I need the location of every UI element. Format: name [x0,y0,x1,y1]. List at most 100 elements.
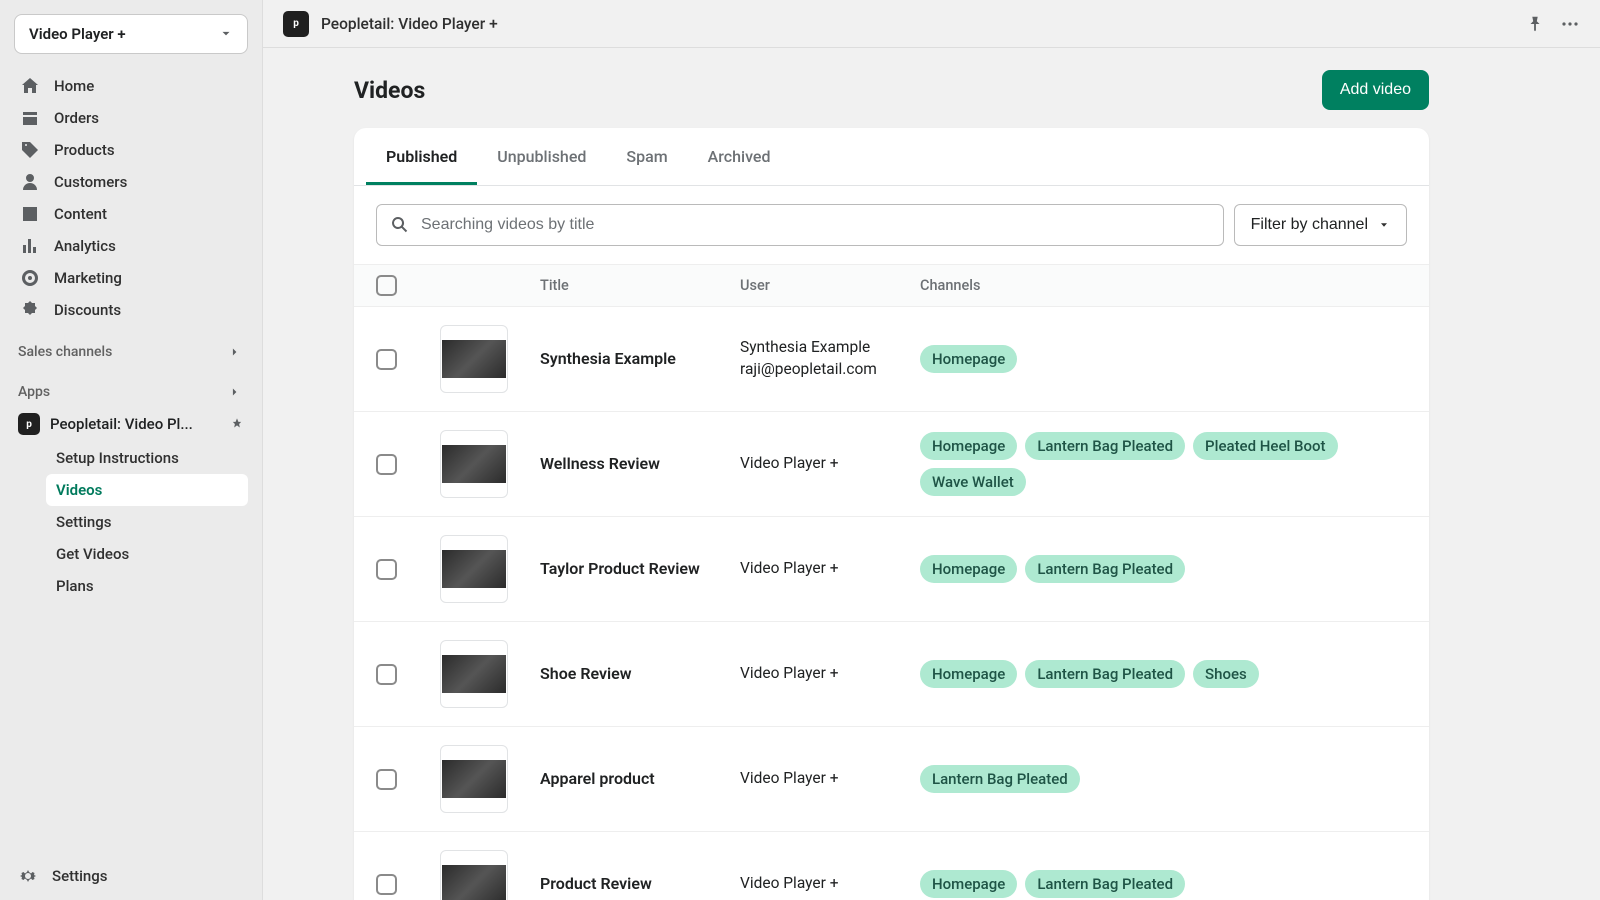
col-channels: Channels [920,277,1407,294]
tab-unpublished[interactable]: Unpublished [477,128,606,185]
primary-nav: Home Orders Products Customers Content A… [14,70,248,326]
video-title: Shoe Review [540,663,740,685]
nav-products[interactable]: Products [14,134,248,166]
nav-discounts[interactable]: Discounts [14,294,248,326]
store-switcher[interactable]: Video Player + [14,14,248,54]
col-title: Title [540,277,740,294]
subnav-get-videos[interactable]: Get Videos [46,538,248,570]
table-row[interactable]: Taylor Product Review Video Player + Hom… [354,517,1429,622]
pin-icon[interactable] [230,417,244,431]
app-subnav: Setup Instructions Videos Settings Get V… [14,442,248,602]
tag-icon [20,140,40,160]
store-switcher-label: Video Player + [29,25,126,43]
video-user: Video Player + [740,453,920,475]
channel-chip: Wave Wallet [920,468,1026,496]
video-thumbnail[interactable] [440,430,508,498]
video-user: Video Player + [740,873,920,895]
video-thumbnail[interactable] [440,535,508,603]
page-header: Videos Add video [354,70,1429,110]
video-channels: Homepage [920,345,1407,373]
sidebar: Video Player + Home Orders Products Cust… [0,0,263,900]
subnav-videos[interactable]: Videos [46,474,248,506]
row-checkbox[interactable] [376,454,397,475]
row-checkbox[interactable] [376,874,397,895]
main: p Peopletail: Video Player + Videos Add … [263,0,1600,900]
row-checkbox[interactable] [376,769,397,790]
chevron-right-icon [228,385,242,399]
row-checkbox[interactable] [376,349,397,370]
select-all-checkbox[interactable] [376,275,397,296]
video-channels: HomepageLantern Bag Pleated [920,555,1407,583]
add-video-button[interactable]: Add video [1322,70,1429,110]
video-title: Synthesia Example [540,348,740,370]
video-user: Video Player + [740,768,920,790]
channel-chip: Lantern Bag Pleated [920,765,1080,793]
video-thumbnail[interactable] [440,745,508,813]
gear-icon [18,866,38,886]
table-row[interactable]: Product Review Video Player + HomepageLa… [354,832,1429,900]
nav-home[interactable]: Home [14,70,248,102]
nav-analytics[interactable]: Analytics [14,230,248,262]
home-icon [20,76,40,96]
section-apps[interactable]: Apps [14,366,248,406]
topbar-title: Peopletail: Video Player + [321,15,498,33]
nav-orders[interactable]: Orders [14,102,248,134]
more-icon[interactable] [1560,14,1580,34]
nav-marketing[interactable]: Marketing [14,262,248,294]
topbar-app-icon: p [283,11,309,37]
video-channels: Homepage Lantern Bag Pleated [920,870,1407,898]
tab-archived[interactable]: Archived [688,128,791,185]
video-user: Video Player + [740,558,920,580]
subnav-settings[interactable]: Settings [46,506,248,538]
row-checkbox[interactable] [376,664,397,685]
search-input[interactable] [376,204,1224,246]
tab-published[interactable]: Published [366,128,477,185]
channel-chip: Lantern Bag Pleated [1025,870,1185,898]
nav-label: Marketing [54,269,122,287]
content-icon [20,204,40,224]
search-icon [390,215,410,235]
nav-label: Analytics [54,237,116,255]
chevron-down-icon [219,27,233,41]
nav-customers[interactable]: Customers [14,166,248,198]
table-body: Synthesia Example Synthesia Exampleraji@… [354,307,1429,900]
video-channels: HomepageLantern Bag PleatedShoes [920,660,1407,688]
table-row[interactable]: Apparel product Video Player + Lantern B… [354,727,1429,832]
orders-icon [20,108,40,128]
section-label: Apps [18,384,50,400]
video-thumbnail[interactable] [440,325,508,393]
video-title: Taylor Product Review [540,558,740,580]
tab-spam[interactable]: Spam [606,128,687,185]
table-row[interactable]: Synthesia Example Synthesia Exampleraji@… [354,307,1429,412]
page-title: Videos [354,77,425,104]
pin-icon[interactable] [1526,15,1544,33]
nav-label: Orders [54,109,99,127]
person-icon [20,172,40,192]
row-checkbox[interactable] [376,559,397,580]
app-label: Peopletail: Video Pl... [50,415,193,433]
subnav-setup[interactable]: Setup Instructions [46,442,248,474]
video-title: Wellness Review [540,453,740,475]
nav-label: Content [54,205,107,223]
nav-label: Home [54,77,94,95]
section-label: Sales channels [18,344,112,360]
nav-content[interactable]: Content [14,198,248,230]
discount-icon [20,300,40,320]
video-user: Video Player + [740,663,920,685]
video-thumbnail[interactable] [440,640,508,708]
video-user: Synthesia Exampleraji@peopletail.com [740,337,920,380]
filter-channel-button[interactable]: Filter by channel [1234,204,1407,246]
subnav-plans[interactable]: Plans [46,570,248,602]
section-sales-channels[interactable]: Sales channels [14,326,248,366]
app-peopletail[interactable]: p Peopletail: Video Pl... [14,406,248,442]
video-thumbnail[interactable] [440,850,508,900]
video-title: Apparel product [540,768,740,790]
channel-chip: Homepage [920,870,1017,898]
video-channels: Lantern Bag Pleated [920,765,1407,793]
sidebar-settings[interactable]: Settings [14,852,248,900]
analytics-icon [20,236,40,256]
table-row[interactable]: Shoe Review Video Player + HomepageLante… [354,622,1429,727]
col-user: User [740,277,920,294]
nav-label: Products [54,141,115,159]
table-row[interactable]: Wellness Review Video Player + HomepageL… [354,412,1429,517]
